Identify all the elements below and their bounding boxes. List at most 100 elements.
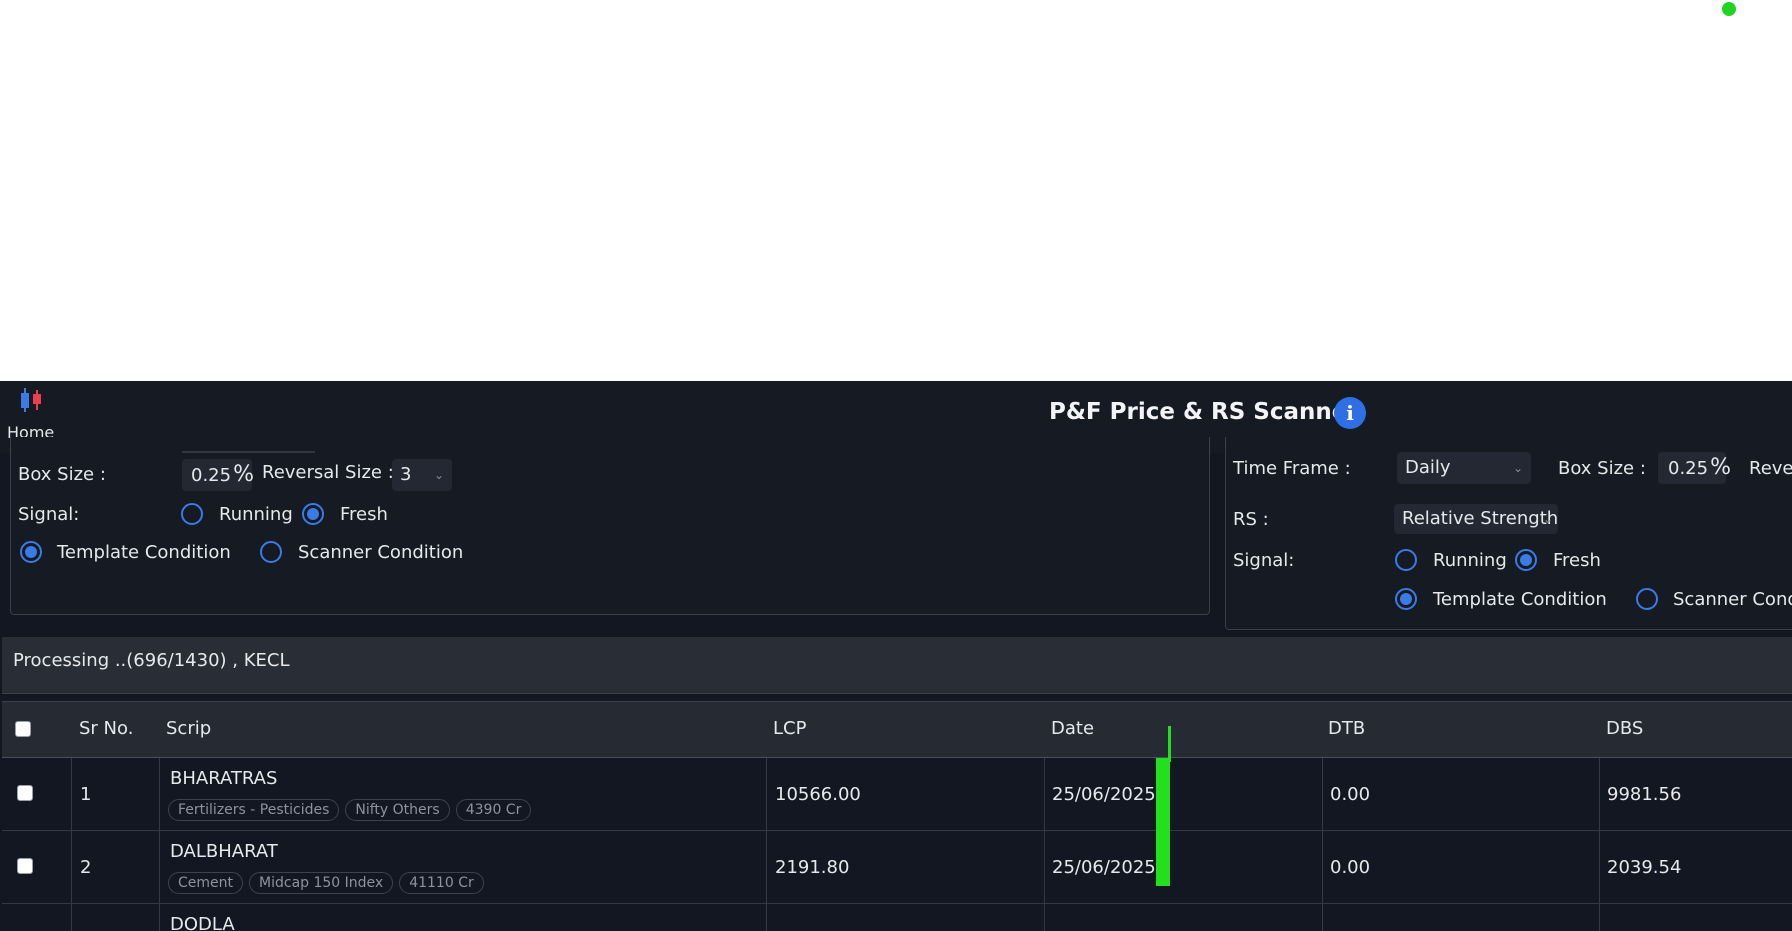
candlestick-chart-icon — [21, 388, 41, 412]
box-size-input[interactable]: 0.25% — [182, 459, 254, 491]
sr-no-cell — [72, 904, 160, 931]
home-button[interactable]: Home — [6, 385, 62, 445]
dtb-value: 0.00 — [1330, 784, 1371, 805]
time-frame-label: Time Frame : — [1233, 458, 1351, 479]
radio-scanner-condition-label: Scanner Condition — [298, 542, 464, 563]
market-cap-tag: 41110 Cr — [399, 872, 484, 894]
percent-unit: % — [233, 462, 254, 487]
scrip-cell: DALBHARAT Cement Midcap 150 Index 41110 … — [160, 831, 767, 903]
green-indicator-line — [1168, 726, 1171, 762]
index-tag: Nifty Others — [345, 799, 450, 821]
dbs-cell: 9981.56 — [1600, 758, 1792, 830]
rs-select[interactable]: Relative Strength ⌄ — [1394, 504, 1558, 534]
radio-fresh[interactable] — [302, 503, 324, 525]
date-cell — [1045, 904, 1323, 931]
scrip-cell: DODLA — [160, 904, 767, 931]
column-header-dbs[interactable]: DBS — [1606, 718, 1643, 739]
reversal-size-select[interactable]: 3 ⌄ — [392, 459, 452, 491]
right-radio-template-condition-label: Template Condition — [1433, 589, 1607, 610]
select-all-checkbox[interactable] — [15, 721, 31, 737]
status-indicator — [1722, 2, 1736, 16]
info-icon[interactable]: i — [1334, 397, 1366, 429]
sr-no-cell: 1 — [72, 758, 160, 830]
panel-divider — [182, 451, 315, 453]
scrip-name[interactable]: BHARATRAS — [170, 768, 277, 789]
table-row[interactable]: 2 DALBHARAT Cement Midcap 150 Index 4111… — [2, 831, 1792, 904]
index-tag: Midcap 150 Index — [249, 872, 394, 894]
column-header-dtb[interactable]: DTB — [1328, 718, 1365, 739]
radio-template-condition-label: Template Condition — [57, 542, 231, 563]
right-radio-fresh[interactable] — [1515, 549, 1537, 571]
rs-value: Relative Strength — [1402, 508, 1559, 529]
right-settings-panel: Time Frame : Daily ⌄ Box Size : 0.25% Re… — [1225, 437, 1792, 630]
right-radio-scanner-condition[interactable] — [1636, 588, 1658, 610]
green-indicator-bar — [1156, 758, 1170, 886]
right-radio-running-label: Running — [1433, 550, 1507, 571]
dtb-cell — [1323, 904, 1600, 931]
right-reversal-label: Rever — [1749, 458, 1792, 479]
table-row[interactable]: DODLA — [2, 904, 1792, 931]
dbs-cell — [1600, 904, 1792, 931]
page-title: P&F Price & RS Scanner — [1049, 399, 1359, 425]
chevron-down-icon: ⌄ — [1542, 512, 1553, 526]
chevron-down-icon: ⌄ — [433, 468, 444, 482]
box-size-label: Box Size : — [18, 464, 106, 485]
reversal-size-value: 3 — [400, 464, 412, 485]
reversal-size-label: Reversal Size : — [262, 462, 394, 483]
scrip-name[interactable]: DALBHARAT — [170, 841, 278, 862]
column-header-sr-no[interactable]: Sr No. — [79, 718, 133, 739]
column-header-date[interactable]: Date — [1051, 718, 1094, 739]
chevron-down-icon: ⌄ — [1512, 461, 1523, 475]
dtb-value: 0.00 — [1330, 857, 1371, 878]
lcp-value: 2191.80 — [775, 857, 850, 878]
date-cell: 25/06/2025 — [1045, 758, 1323, 830]
date-value: 25/06/2025 — [1052, 857, 1156, 878]
left-settings-panel: Box Size : 0.25% Reversal Size : 3 ⌄ Sig… — [10, 437, 1210, 615]
table-header: Sr No. Scrip LCP Date DTB DBS — [2, 701, 1792, 759]
time-frame-value: Daily — [1405, 457, 1451, 478]
right-radio-running[interactable] — [1395, 549, 1417, 571]
lcp-value: 10566.00 — [775, 784, 861, 805]
rs-label: RS : — [1233, 509, 1269, 530]
radio-template-condition[interactable] — [20, 541, 42, 563]
sector-tag: Fertilizers - Pesticides — [168, 799, 340, 821]
radio-scanner-condition[interactable] — [260, 541, 282, 563]
row-checkbox[interactable] — [17, 858, 33, 874]
scrip-tags: Cement Midcap 150 Index 41110 Cr — [168, 872, 484, 894]
scrip-name[interactable]: DODLA — [170, 914, 235, 931]
right-signal-label: Signal: — [1233, 550, 1295, 571]
signal-label: Signal: — [18, 504, 80, 525]
sector-tag: Cement — [168, 872, 244, 894]
table-row[interactable]: 1 BHARATRAS Fertilizers - Pesticides Nif… — [2, 758, 1792, 831]
box-size-value: 0.25 — [191, 465, 232, 486]
row-checkbox[interactable] — [17, 785, 33, 801]
scrip-tags: Fertilizers - Pesticides Nifty Others 43… — [168, 799, 532, 821]
right-radio-template-condition[interactable] — [1395, 588, 1417, 610]
processing-status-bar: Processing ..(696/1430) , KECL — [2, 637, 1792, 694]
dtb-cell: 0.00 — [1323, 831, 1600, 903]
radio-running[interactable] — [181, 503, 203, 525]
time-frame-select[interactable]: Daily ⌄ — [1397, 452, 1531, 484]
column-header-scrip[interactable]: Scrip — [166, 718, 211, 739]
date-cell: 25/06/2025 — [1045, 831, 1323, 903]
row-select-cell — [2, 904, 72, 931]
right-box-size-input[interactable]: 0.25% — [1658, 452, 1731, 484]
right-radio-fresh-label: Fresh — [1553, 550, 1601, 571]
dtb-cell: 0.00 — [1323, 758, 1600, 830]
scanner-app: Home P&F Price & RS Scanner i Box Size :… — [0, 381, 1792, 931]
sr-no: 2 — [80, 857, 92, 878]
sr-no: 1 — [80, 784, 92, 805]
radio-running-label: Running — [219, 504, 293, 525]
sr-no-cell: 2 — [72, 831, 160, 903]
scrip-cell: BHARATRAS Fertilizers - Pesticides Nifty… — [160, 758, 767, 830]
date-value: 25/06/2025 — [1052, 784, 1156, 805]
dbs-value: 2039.54 — [1607, 857, 1682, 878]
market-cap-tag: 4390 Cr — [455, 799, 532, 821]
right-radio-scanner-condition-label: Scanner Condi — [1673, 589, 1792, 610]
percent-unit: % — [1710, 455, 1731, 480]
radio-fresh-label: Fresh — [340, 504, 388, 525]
column-header-lcp[interactable]: LCP — [773, 718, 806, 739]
lcp-cell: 10566.00 — [767, 758, 1045, 830]
right-box-size-label: Box Size : — [1558, 458, 1646, 479]
dbs-cell: 2039.54 — [1600, 831, 1792, 903]
